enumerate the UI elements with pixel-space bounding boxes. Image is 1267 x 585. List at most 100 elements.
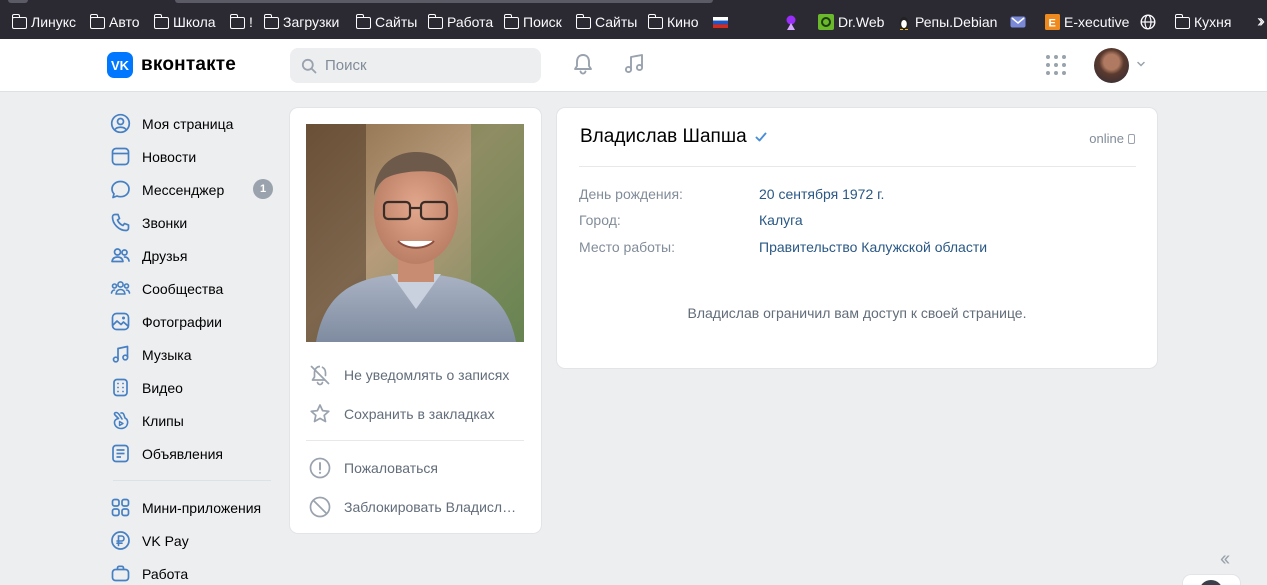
bookmark-sayty[interactable]: Сайты xyxy=(355,12,418,32)
chat-widget[interactable] xyxy=(1183,575,1240,585)
notifications-bell-icon[interactable] xyxy=(570,51,596,77)
executive-icon: E xyxy=(1045,14,1060,30)
overflow-chevron-icon[interactable]: ›› xyxy=(1257,11,1265,32)
nav-messenger[interactable]: Мессенджер 1 xyxy=(107,173,277,206)
mute-notifications-button[interactable]: Не уведомлять о записях xyxy=(308,363,509,387)
nav-friends[interactable]: Друзья xyxy=(107,239,277,272)
nav-vk-pay[interactable]: VK Pay xyxy=(107,524,277,557)
search-input[interactable] xyxy=(325,57,525,74)
nav-news[interactable]: Новости xyxy=(107,140,277,173)
bookmark-purple[interactable] xyxy=(784,12,798,32)
bookmark-label: Поиск xyxy=(523,14,562,30)
report-button[interactable]: Пожаловаться xyxy=(308,456,438,480)
bookmark-poisk[interactable]: Поиск xyxy=(503,12,562,32)
star-icon xyxy=(310,404,330,423)
bookmark-executive[interactable]: E E-xecutive xyxy=(1045,12,1129,32)
header-divider xyxy=(579,166,1136,167)
search-box[interactable] xyxy=(290,48,541,83)
verified-check-icon xyxy=(755,132,767,142)
nav-my-page[interactable]: Моя страница xyxy=(107,107,277,140)
russian-flag-icon xyxy=(713,16,728,28)
bookmark-zagruzki[interactable]: Загрузки xyxy=(263,12,340,32)
action-label: Сохранить в закладках xyxy=(344,406,495,422)
info-row-birthday: День рождения: 20 сентября 1972 г. xyxy=(579,186,884,202)
nav-label: Сообщества xyxy=(142,280,224,297)
workplace-link[interactable]: Правительство Калужской области xyxy=(759,239,987,255)
chevron-down-icon[interactable] xyxy=(1136,59,1146,69)
nav-classifieds[interactable]: Объявления xyxy=(107,437,277,470)
profile-name: Владислав Шапша xyxy=(580,126,747,147)
mini-apps-icon xyxy=(111,498,130,517)
bell-off-icon xyxy=(310,365,330,386)
city-link[interactable]: Калуга xyxy=(759,212,803,228)
bookmark-avto[interactable]: Авто xyxy=(89,12,140,32)
nav-mini-apps[interactable]: Мини-приложения xyxy=(107,491,277,524)
nav-calls[interactable]: Звонки xyxy=(107,206,277,239)
bookmark-kukhnya[interactable]: Кухня xyxy=(1174,12,1231,32)
user-avatar[interactable] xyxy=(1094,48,1129,83)
action-label: Не уведомлять о записях xyxy=(344,367,510,383)
tab-active[interactable] xyxy=(175,0,713,3)
nav-label: Мини-приложения xyxy=(142,499,262,516)
bookmark-label: Авто xyxy=(109,14,140,30)
nav-photos[interactable]: Фотографии xyxy=(107,305,277,338)
folder-icon xyxy=(575,13,591,29)
apps-grid-icon[interactable] xyxy=(1046,55,1066,75)
bookmark-linux[interactable]: Линукс xyxy=(11,12,76,32)
message-icon xyxy=(111,180,130,199)
chat-avatar xyxy=(1199,580,1223,585)
folder-icon xyxy=(89,13,105,29)
nav-clips[interactable]: Клипы xyxy=(107,404,277,437)
bookmark-drweb[interactable]: Dr.Web xyxy=(818,12,884,32)
nav-music[interactable]: Музыка xyxy=(107,338,277,371)
user-circle-icon xyxy=(110,113,131,134)
action-label: Заблокировать Владисл… xyxy=(344,499,517,515)
bookmark-kino[interactable]: Кино xyxy=(647,12,699,32)
nav-label: Звонки xyxy=(142,214,188,231)
collapse-chevrons-icon[interactable]: ‹‹ xyxy=(1220,548,1230,571)
nav-communities[interactable]: Сообщества xyxy=(107,272,277,305)
online-status: online xyxy=(1089,131,1135,146)
vk-logo[interactable]: VK вконтакте xyxy=(107,52,236,78)
actions-divider xyxy=(306,440,524,441)
bookmark-sayty-2[interactable]: Сайты xyxy=(575,12,637,32)
warning-circle-icon xyxy=(309,457,331,479)
top-header: VK вконтакте xyxy=(0,39,1267,92)
block-icon xyxy=(309,496,331,518)
profile-photo[interactable] xyxy=(306,124,524,342)
friends-icon xyxy=(111,248,130,263)
nav-label: Клипы xyxy=(142,412,184,429)
bookmark-mail[interactable] xyxy=(1010,12,1026,32)
logo-text: вконтакте xyxy=(141,54,237,75)
bookmark-rabota[interactable]: Работа xyxy=(427,12,493,32)
nav-video[interactable]: Видео xyxy=(107,371,277,404)
music-note-icon[interactable] xyxy=(621,51,647,77)
bookmark-label: Загрузки xyxy=(283,14,340,30)
music-icon xyxy=(112,345,129,363)
folder-icon xyxy=(503,13,519,29)
block-user-button[interactable]: Заблокировать Владисл… xyxy=(308,495,516,519)
save-bookmark-button[interactable]: Сохранить в закладках xyxy=(308,402,495,426)
mobile-icon xyxy=(1128,133,1135,144)
unread-badge: 1 xyxy=(253,179,273,199)
info-key: Город: xyxy=(579,212,621,228)
video-icon xyxy=(113,378,128,397)
tab[interactable] xyxy=(8,0,28,3)
nav-label: VK Pay xyxy=(142,532,189,549)
tab-strip xyxy=(0,0,1267,3)
birthday-link[interactable]: 20 сентября 1972 г. xyxy=(759,186,884,202)
info-row-city: Город: Калуга xyxy=(579,212,803,228)
vk-logo-icon: VK xyxy=(107,52,133,78)
profile-info-card: Владислав Шапша online День рождения: 20… xyxy=(557,108,1157,368)
bookmark-label: ! xyxy=(249,14,253,30)
bookmark-label: Сайты xyxy=(375,14,418,30)
bookmark-shkola[interactable]: Школа xyxy=(153,12,216,32)
profile-photo-image xyxy=(306,124,524,342)
bookmark-exclaim[interactable]: ! xyxy=(229,12,253,32)
tux-icon xyxy=(899,16,909,30)
bookmark-debian[interactable]: Репы.Debian xyxy=(897,12,997,32)
nav-work[interactable]: Работа xyxy=(107,557,277,585)
nav-divider xyxy=(113,480,271,481)
bookmark-globe[interactable] xyxy=(1140,12,1156,32)
bookmark-flag[interactable] xyxy=(713,12,728,32)
